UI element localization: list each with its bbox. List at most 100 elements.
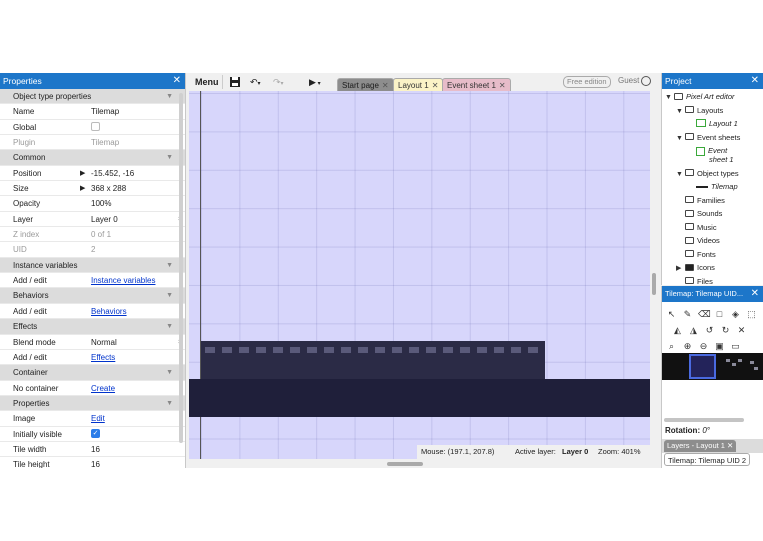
checkbox[interactable] [91, 122, 100, 132]
property-link[interactable]: Behaviors [91, 304, 176, 319]
tab-start-page[interactable]: Start page ✕ [337, 78, 394, 91]
eraser-tool-icon[interactable]: ⌫ [698, 309, 711, 320]
tree-item-sounds[interactable]: Sounds [676, 208, 722, 220]
property-value[interactable]: 0 of 1 [91, 227, 176, 242]
tab-layout-1[interactable]: Layout 1 ✕ [393, 78, 444, 91]
collapse-icon[interactable]: ▼ [166, 365, 173, 380]
property-row[interactable]: Z index 0 of 1 [0, 227, 185, 243]
expand-icon[interactable]: ▼ [676, 106, 685, 118]
property-value[interactable]: 2 [91, 242, 176, 257]
property-link[interactable]: Effects [91, 350, 176, 365]
close-icon[interactable]: ✕ [382, 81, 389, 90]
properties-scrollbar[interactable] [179, 93, 183, 443]
property-row[interactable]: Position ▶ -15.452, -16 [0, 166, 185, 182]
property-row[interactable]: Blend modeNormal⇕ [0, 335, 185, 350]
tree-item-pixel-art-editor[interactable]: ▼ Pixel Art editor [665, 91, 735, 103]
tab-event-sheet-1[interactable]: Event sheet 1 ✕ [442, 78, 511, 91]
tree-item-videos[interactable]: Videos [676, 235, 720, 247]
property-row[interactable]: Add / edit Instance variables [0, 273, 185, 289]
reset-icon[interactable]: ✕ [736, 325, 747, 336]
collapse-icon[interactable]: ▼ [166, 288, 173, 303]
expand-icon[interactable]: ▶ [80, 166, 85, 181]
tree-item-families[interactable]: Families [676, 195, 725, 207]
tree-item-event-sheets[interactable]: ▼ Event sheets [676, 132, 740, 144]
property-row[interactable]: Global [0, 120, 185, 136]
tab-tilemap[interactable]: Tilemap: Tilemap UID 2 [664, 453, 751, 466]
folder-open-icon[interactable]: ▭ [730, 341, 741, 352]
close-icon[interactable]: ✕ [727, 441, 733, 450]
vertical-scrollbar[interactable] [652, 273, 656, 295]
expand-icon[interactable]: ▼ [676, 169, 685, 181]
fill-tool-icon[interactable]: ◈ [730, 309, 741, 320]
property-row[interactable]: LayerLayer 0⇕ [0, 212, 185, 228]
mirror-icon[interactable]: ◭ [672, 325, 683, 336]
menu-button[interactable]: Menu [192, 75, 223, 89]
close-icon[interactable]: ✕ [432, 81, 439, 90]
collapse-icon[interactable]: ▼ [166, 258, 173, 273]
property-row[interactable]: Add / edit Effects [0, 350, 185, 366]
guest-label[interactable]: Guest [618, 76, 639, 85]
collapse-icon[interactable]: ▼ [166, 150, 173, 165]
expand-icon[interactable]: ▼ [676, 133, 685, 145]
tilemap-top-row[interactable] [201, 341, 545, 379]
close-icon[interactable]: ✕ [499, 81, 506, 90]
close-icon[interactable]: ✕ [751, 73, 759, 89]
property-row[interactable]: Tile height 16 [0, 457, 185, 468]
horizontal-scrollbar[interactable] [387, 462, 423, 466]
play-icon[interactable]: ▶ ▾ [309, 75, 321, 89]
expand-icon[interactable]: ▼ [665, 92, 674, 104]
expand-icon[interactable]: ▶ [676, 263, 685, 275]
collapse-icon[interactable]: ▼ [166, 89, 173, 104]
property-value[interactable]: ✓ [91, 427, 176, 442]
property-link[interactable]: Create [91, 381, 176, 396]
tree-item-fonts[interactable]: Fonts [676, 249, 716, 261]
tree-item-icons[interactable]: ▶ Icons [676, 262, 715, 274]
tab-layers[interactable]: Layers - Layout 1 ✕ [664, 440, 737, 452]
property-row[interactable]: Add / edit Behaviors [0, 304, 185, 320]
property-link[interactable]: Edit [91, 411, 176, 426]
property-row[interactable]: No container Create [0, 381, 185, 396]
property-row[interactable]: Name Tilemap [0, 104, 185, 120]
expand-icon[interactable]: ▶ [80, 181, 85, 196]
save-icon[interactable] [229, 76, 241, 90]
tileset-strip[interactable] [662, 353, 763, 380]
property-value[interactable]: 16 [91, 457, 176, 468]
selected-tile[interactable] [689, 354, 716, 379]
close-icon[interactable]: ✕ [173, 73, 181, 89]
property-value[interactable]: 100% [91, 196, 176, 211]
pencil-tool-icon[interactable]: ✎ [682, 309, 693, 320]
zoom-tool-icon[interactable]: ⌕ [666, 341, 677, 352]
tree-item-layouts[interactable]: ▼ Layouts [676, 105, 723, 117]
property-row[interactable]: Opacity 100% [0, 196, 185, 212]
tree-item-object-types[interactable]: ▼ Object types [676, 168, 739, 180]
property-row[interactable]: Tile width 16 [0, 442, 185, 458]
property-value[interactable]: Layer 0 [91, 212, 176, 227]
flip-icon[interactable]: ◮ [688, 325, 699, 336]
property-value[interactable]: Tilemap [91, 135, 176, 150]
undo-icon[interactable]: ↶▾ [250, 75, 261, 89]
property-row[interactable]: UID 2 [0, 242, 185, 258]
property-value[interactable]: 16 [91, 442, 176, 457]
pointer-tool-icon[interactable]: ↖ [666, 309, 677, 320]
property-row[interactable]: Plugin Tilemap [0, 135, 185, 151]
redo-icon[interactable]: ↷▾ [273, 75, 284, 89]
tree-item-files[interactable]: Files [676, 276, 713, 285]
selection-tool-icon[interactable]: ⬚ [746, 309, 757, 320]
rectangle-tool-icon[interactable]: □ [714, 309, 725, 320]
layout-canvas[interactable] [189, 91, 650, 459]
rotate-cw-icon[interactable]: ↻ [720, 325, 731, 336]
zoom-out-icon[interactable]: ⊖ [698, 341, 709, 352]
collapse-icon[interactable]: ▼ [166, 319, 173, 334]
property-link[interactable]: Instance variables [91, 273, 176, 288]
tree-item-tilemap[interactable]: Tilemap [687, 181, 738, 193]
checkbox-checked[interactable]: ✓ [91, 428, 100, 438]
tileset-scrollbar[interactable] [664, 418, 744, 422]
property-value[interactable]: -15.452, -16 [91, 166, 176, 181]
collapse-icon[interactable]: ▼ [166, 396, 173, 411]
property-value[interactable]: 368 x 288 [91, 181, 176, 196]
user-icon[interactable] [641, 76, 651, 86]
tilemap-bottom-row[interactable] [189, 379, 650, 417]
property-row[interactable]: Image Edit [0, 411, 185, 427]
property-value[interactable] [91, 120, 176, 135]
property-value[interactable]: Normal [91, 335, 176, 350]
